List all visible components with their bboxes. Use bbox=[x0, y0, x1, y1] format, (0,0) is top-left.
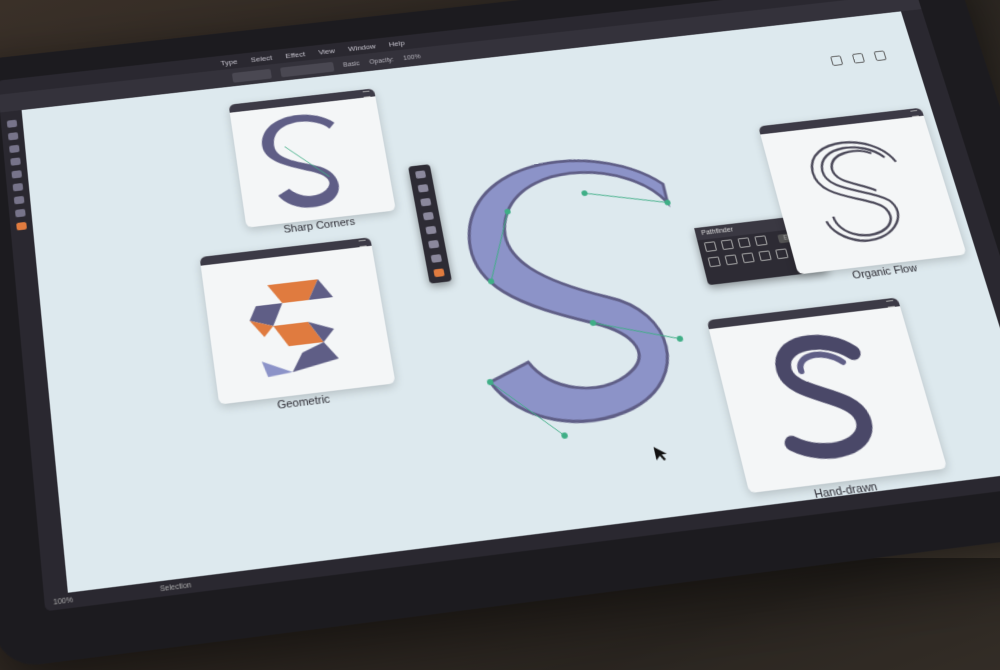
menu-type[interactable]: Type bbox=[220, 57, 238, 67]
selection-tool-icon[interactable] bbox=[6, 119, 18, 128]
menu-view[interactable]: View bbox=[318, 46, 336, 56]
opacity-label: Opacity: bbox=[368, 56, 395, 66]
minus-front-icon[interactable] bbox=[720, 239, 734, 251]
stroke-field[interactable] bbox=[279, 61, 335, 77]
merge-icon[interactable] bbox=[741, 252, 755, 264]
crop-icon[interactable] bbox=[758, 250, 772, 262]
sharp-s-artwork bbox=[258, 110, 349, 212]
menu-select[interactable]: Select bbox=[250, 53, 273, 63]
illustrator-window: Type Select Effect View Window Help Basi… bbox=[0, 0, 1000, 612]
fill-field[interactable] bbox=[231, 68, 272, 83]
stroke-style-label[interactable]: Basic bbox=[343, 60, 361, 68]
exclude-icon[interactable] bbox=[754, 235, 768, 247]
tablet-device: Type Select Effect View Window Help Basi… bbox=[0, 0, 1000, 670]
direct-selection-tool-icon[interactable] bbox=[7, 132, 19, 141]
menu-window[interactable]: Window bbox=[348, 42, 377, 53]
mouse-cursor-icon bbox=[653, 445, 669, 462]
workspace-switcher-icon[interactable] bbox=[851, 52, 866, 64]
card-menu-icon[interactable] bbox=[362, 90, 371, 98]
current-tool: Selection bbox=[159, 581, 192, 593]
geometric-s-artwork bbox=[247, 277, 341, 378]
unite-icon[interactable] bbox=[703, 241, 718, 253]
divide-icon[interactable] bbox=[707, 256, 721, 268]
workspace-icons bbox=[830, 50, 887, 67]
organic-s-artwork bbox=[760, 116, 966, 274]
card-sharp-corners[interactable] bbox=[228, 88, 396, 228]
hand-drawn-s-artwork bbox=[709, 306, 947, 492]
search-icon[interactable] bbox=[830, 55, 844, 67]
menu-effect[interactable]: Effect bbox=[285, 50, 306, 60]
rectangle-tool-icon[interactable] bbox=[12, 182, 24, 192]
card-menu-icon[interactable] bbox=[910, 110, 919, 117]
line-tool-icon[interactable] bbox=[11, 170, 23, 179]
card-hand-drawn[interactable] bbox=[706, 297, 948, 494]
trim-icon[interactable] bbox=[724, 254, 738, 266]
opacity-value[interactable]: 100% bbox=[403, 53, 421, 61]
menu-help[interactable]: Help bbox=[388, 39, 405, 48]
card-geometric[interactable] bbox=[199, 237, 396, 405]
outline-icon[interactable] bbox=[775, 248, 789, 260]
card-menu-icon[interactable] bbox=[886, 299, 895, 308]
brush-tool-icon[interactable] bbox=[13, 195, 25, 205]
pathfinder-title: Pathfinder bbox=[700, 226, 734, 237]
type-tool-icon[interactable] bbox=[10, 157, 21, 166]
pen-tool-icon[interactable] bbox=[9, 144, 20, 154]
main-s-artwork[interactable] bbox=[410, 142, 777, 469]
fill-swatch-icon[interactable] bbox=[16, 221, 27, 231]
zoom-level[interactable]: 100% bbox=[53, 596, 73, 606]
anchor-point[interactable] bbox=[580, 190, 589, 197]
rotate-tool-icon[interactable] bbox=[14, 208, 26, 218]
anchor-point[interactable] bbox=[676, 335, 684, 343]
panel-toggle-icon[interactable] bbox=[873, 50, 887, 62]
card-menu-icon[interactable] bbox=[358, 239, 367, 248]
intersect-icon[interactable] bbox=[737, 237, 751, 249]
